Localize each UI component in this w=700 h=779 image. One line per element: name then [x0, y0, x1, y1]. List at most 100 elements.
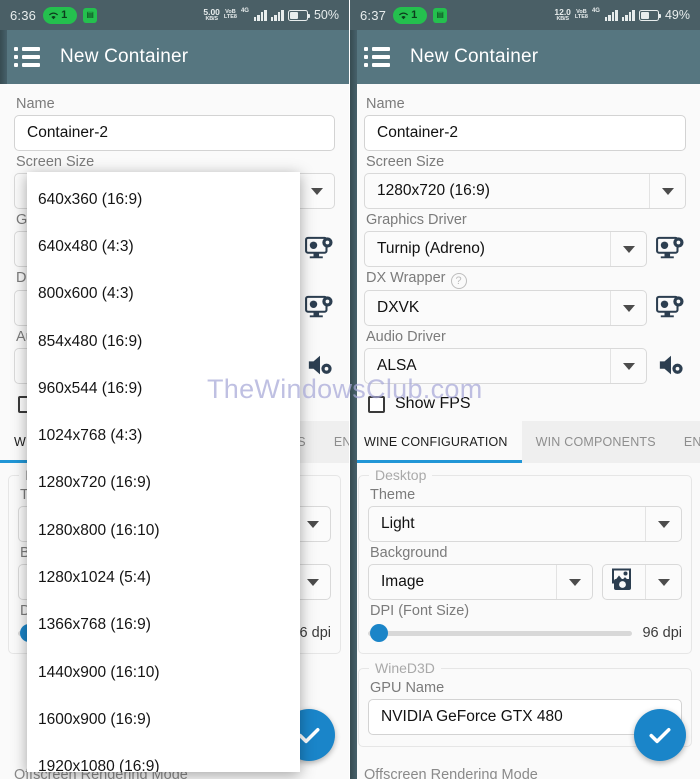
gpu-name-label: GPU Name — [370, 680, 445, 696]
status-bar-right: 6:37 1 ▤ 12.0 KB/S VoB LTE8 4G 49% — [350, 0, 700, 30]
audio-settings-icon[interactable] — [656, 353, 686, 379]
dropdown-item[interactable]: 1280x720 (16:9) — [27, 460, 300, 507]
wifi-badge-count: 1 — [411, 9, 418, 21]
app-bar-left: New Container — [0, 30, 349, 84]
help-icon[interactable]: ? — [450, 273, 467, 289]
dx-wrapper-select[interactable]: DXVK — [364, 290, 647, 326]
tab-env[interactable]: ENV — [320, 421, 349, 463]
chevron-down-icon[interactable] — [649, 174, 685, 208]
dropdown-item[interactable]: 1024x768 (4:3) — [27, 412, 300, 459]
tab-win-components[interactable]: WIN COMPONENTS — [522, 421, 670, 463]
data-rate-indicator: 12.0 KB/S — [554, 8, 571, 22]
sim-card-icon: ▤ — [433, 7, 448, 23]
background-picker[interactable] — [602, 564, 682, 600]
desktop-group-title: Desktop — [369, 467, 433, 483]
check-icon — [649, 728, 671, 744]
audio-driver-label: Audio Driver — [366, 329, 446, 345]
data-rate-unit: KB/S — [556, 15, 569, 22]
graphics-driver-select[interactable]: Turnip (Adreno) — [364, 231, 647, 267]
left-screen: 6:36 1 ▤ 5.00 KB/S VoB LTE8 4G 50% New C… — [0, 0, 350, 779]
chevron-down-icon[interactable] — [645, 507, 681, 541]
status-bar-left: 6:36 1 ▤ 5.00 KB/S VoB LTE8 4G 50% — [0, 0, 349, 30]
chevron-down-icon[interactable] — [610, 349, 646, 383]
battery-percent: 50% — [313, 8, 339, 22]
dpi-value: 96 dpi — [642, 625, 682, 641]
graphics-driver-label: Graphics Driver — [366, 212, 467, 228]
app-bar-right: New Container — [350, 30, 700, 84]
show-fps-checkbox[interactable] — [368, 395, 385, 413]
chevron-down-icon[interactable] — [298, 174, 334, 208]
volte-bottom: LTE8 — [223, 14, 237, 20]
background-select[interactable]: Image — [368, 564, 593, 600]
sim-card-icon: ▤ — [83, 7, 98, 23]
dx-settings-icon[interactable] — [305, 295, 335, 321]
dropdown-item[interactable]: 640x480 (4:3) — [27, 223, 300, 270]
dpi-slider-knob[interactable] — [370, 624, 388, 642]
dropdown-item[interactable]: 1600x900 (16:9) — [27, 696, 300, 743]
tab-wine-configuration[interactable]: WINE CONFIGURATION — [350, 421, 522, 463]
signal-bars-icon-2 — [621, 9, 635, 21]
dpi-slider-row: 96 dpi — [368, 624, 682, 642]
signal-bars-icon-1 — [253, 9, 267, 21]
offscreen-rendering-label-right: Offscreen Rendering Mode — [364, 767, 538, 779]
name-input[interactable]: Container-2 — [14, 115, 335, 151]
battery-icon — [638, 9, 662, 21]
battery-icon — [287, 9, 311, 21]
audio-driver-select[interactable]: ALSA — [364, 348, 647, 384]
dropdown-item[interactable]: 640x360 (16:9) — [27, 176, 300, 223]
theme-select[interactable]: Light — [368, 506, 682, 542]
dpi-label: DPI (Font Size) — [370, 603, 470, 619]
graphics-driver-row: Turnip (Adreno) — [364, 231, 686, 267]
wifi-badge: 1 — [393, 6, 428, 24]
graphics-driver-value: Turnip (Adreno) — [377, 240, 485, 257]
tab-env[interactable]: ENV — [670, 421, 700, 463]
chevron-down-icon[interactable] — [610, 291, 646, 325]
screen-size-value: 1280x720 (16:9) — [377, 182, 490, 199]
show-fps-label: Show FPS — [395, 395, 471, 412]
background-row: Image — [368, 564, 682, 600]
chevron-down-icon[interactable] — [610, 232, 646, 266]
background-value: Image — [381, 573, 425, 590]
data-rate-indicator: 5.00 KB/S — [203, 8, 220, 22]
volte-indicator: VoB LTE8 — [575, 9, 588, 21]
status-right-cluster: 5.00 KB/S VoB LTE8 4G 50% — [203, 8, 339, 22]
dx-settings-icon[interactable] — [656, 295, 686, 321]
container-form-right: Name Container-2 Screen Size 1280x720 (1… — [350, 84, 700, 413]
wifi-badge-count: 1 — [61, 9, 68, 21]
screen-size-select[interactable]: 1280x720 (16:9) — [364, 173, 686, 209]
graphics-settings-icon[interactable] — [305, 236, 335, 262]
list-menu-icon[interactable] — [364, 47, 390, 67]
status-time: 6:37 — [360, 7, 387, 23]
panel-divider — [350, 30, 357, 779]
screen-size-label: Screen Size — [16, 154, 95, 170]
data-rate-unit: KB/S — [205, 15, 218, 22]
dropdown-item[interactable]: 1920x1080 (16:9) — [27, 744, 300, 772]
audio-settings-icon[interactable] — [305, 353, 335, 379]
graphics-settings-icon[interactable] — [656, 236, 686, 262]
audio-driver-value: ALSA — [377, 357, 417, 374]
chevron-down-icon[interactable] — [645, 565, 681, 599]
wifi-badge: 1 — [43, 6, 78, 24]
dropdown-item[interactable]: 960x544 (16:9) — [27, 365, 300, 412]
screen-size-dropdown[interactable]: 640x360 (16:9) 640x480 (4:3) 800x600 (4:… — [27, 172, 300, 772]
dropdown-item[interactable]: 1366x768 (16:9) — [27, 602, 300, 649]
chevron-down-icon[interactable] — [556, 565, 592, 599]
dropdown-item[interactable]: 1280x800 (16:10) — [27, 507, 300, 554]
name-input[interactable]: Container-2 — [364, 115, 686, 151]
save-fab-button-right[interactable] — [634, 709, 686, 761]
theme-value: Light — [381, 515, 415, 532]
dropdown-item[interactable]: 854x480 (16:9) — [27, 318, 300, 365]
show-fps-row[interactable]: Show FPS — [368, 395, 686, 413]
page-title: New Container — [410, 46, 539, 67]
network-type-label: 4G — [240, 8, 249, 14]
dx-wrapper-row: DXVK — [364, 290, 686, 326]
dropdown-item[interactable]: 800x600 (4:3) — [27, 271, 300, 318]
dpi-slider[interactable] — [368, 624, 633, 642]
status-time: 6:36 — [10, 7, 37, 23]
dropdown-item[interactable]: 1440x900 (16:10) — [27, 649, 300, 696]
page-title: New Container — [60, 46, 189, 67]
list-menu-icon[interactable] — [14, 47, 40, 67]
signal-bars-icon-1 — [604, 9, 618, 21]
image-camera-icon[interactable] — [603, 568, 645, 597]
dropdown-item[interactable]: 1280x1024 (5:4) — [27, 554, 300, 601]
